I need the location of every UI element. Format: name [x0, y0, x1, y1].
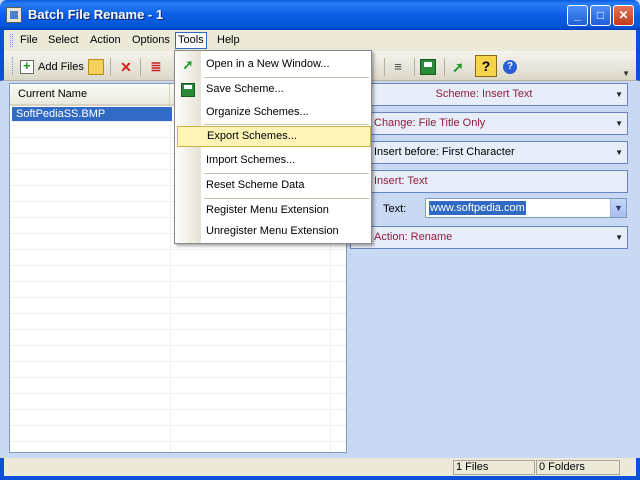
menu-item-label: Export Schemes... [207, 130, 297, 142]
menu-item-label: Open in a New Window... [206, 58, 330, 70]
column-header-current-name[interactable]: Current Name [10, 84, 170, 104]
menu-item-label: Register Menu Extension [206, 204, 329, 216]
menu-separator [204, 198, 369, 199]
menu-bar: File Select Action Options Tools Help [0, 30, 640, 51]
toolbar-overflow-chevron-icon[interactable]: ▼ [622, 69, 630, 78]
menu-help[interactable]: Help [215, 32, 242, 49]
action-dropdown[interactable]: Action: Rename ▼ [350, 226, 628, 249]
menu-item-open-new-window[interactable]: Open in a New Window... [177, 54, 371, 75]
menu-item-export-schemes[interactable]: Export Schemes... [177, 126, 371, 147]
menu-file[interactable]: File [18, 32, 40, 49]
scheme-dropdown[interactable]: Scheme: Insert Text ▼ [350, 83, 628, 106]
align-icon[interactable]: ≡ [390, 59, 406, 75]
change-label: Change: File Title Only [374, 117, 486, 129]
chevron-down-icon: ▼ [615, 233, 623, 242]
menu-item-label: Unregister Menu Extension [206, 225, 339, 237]
menu-item-register-extension[interactable]: Register Menu Extension [177, 200, 371, 221]
menu-separator [204, 124, 369, 125]
action-label: Action: Rename [374, 231, 453, 243]
chevron-down-icon[interactable]: ▼ [610, 199, 626, 217]
menu-options[interactable]: Options [130, 32, 172, 49]
table-row[interactable]: SoftPediaSS.BMP [12, 107, 172, 121]
add-files-button[interactable]: Add Files [20, 58, 84, 76]
text-input[interactable]: www.softpedia.com ▼ [425, 198, 627, 218]
insert-before-dropdown[interactable]: Insert before: First Character ▼ [350, 141, 628, 164]
menu-item-label: Save Scheme... [206, 83, 284, 95]
red-list-icon[interactable]: ≣ [148, 59, 164, 75]
app-icon [6, 7, 22, 23]
status-folders: 0 Folders [536, 460, 620, 475]
up-icon[interactable]: ➚ [450, 59, 466, 75]
menu-action[interactable]: Action [88, 32, 123, 49]
delete-icon[interactable]: ✕ [118, 59, 134, 75]
menu-tools[interactable]: Tools [175, 32, 207, 49]
info-icon[interactable]: ? [503, 60, 517, 74]
menu-separator [204, 77, 369, 78]
chevron-down-icon: ▼ [615, 119, 623, 128]
chevron-down-icon: ▼ [615, 90, 623, 99]
close-button[interactable]: ✕ [613, 5, 634, 26]
toolbar-separator [444, 58, 445, 76]
menu-separator [204, 173, 369, 174]
toolbar-separator [414, 58, 415, 76]
menu-item-label: Reset Scheme Data [206, 179, 305, 191]
toolbar-separator [140, 58, 141, 76]
change-dropdown[interactable]: Change: File Title Only ▼ [350, 112, 628, 135]
maximize-button[interactable]: □ [590, 5, 611, 26]
insert-type-header[interactable]: Insert: Text [350, 170, 628, 193]
insert-label: Insert: Text [374, 175, 428, 187]
menu-item-reset-scheme-data[interactable]: Reset Scheme Data [177, 175, 371, 196]
menu-item-save-scheme[interactable]: Save Scheme... [177, 79, 371, 100]
menu-item-unregister-extension[interactable]: Unregister Menu Extension [177, 221, 371, 242]
title-bar[interactable]: Batch File Rename - 1 _ □ ✕ [0, 0, 640, 30]
window-title: Batch File Rename - 1 [28, 7, 164, 22]
toolbar-grip[interactable] [12, 57, 15, 75]
toolbar-separator [110, 58, 111, 76]
minimize-button[interactable]: _ [567, 5, 588, 26]
menubar-grip[interactable] [10, 34, 13, 47]
insert-before-label: Insert before: First Character [374, 146, 515, 158]
status-files: 1 Files [453, 460, 535, 475]
save-icon[interactable] [420, 59, 436, 75]
menu-select[interactable]: Select [46, 32, 81, 49]
column-divider [170, 106, 171, 452]
save-icon [181, 83, 195, 97]
scheme-label: Scheme: Insert Text [435, 88, 533, 100]
open-window-icon: ➚ [182, 57, 194, 72]
chevron-down-icon: ▼ [615, 148, 623, 157]
menu-item-organize-schemes[interactable]: Organize Schemes... [177, 102, 371, 123]
add-files-icon [20, 58, 34, 74]
add-folder-icon[interactable] [88, 59, 104, 75]
menu-item-label: Organize Schemes... [206, 106, 309, 118]
status-bar: 1 Files 0 Folders [0, 458, 640, 480]
toolbar-separator [384, 58, 385, 76]
menu-item-import-schemes[interactable]: Import Schemes... [177, 150, 371, 171]
text-label: Text: [383, 203, 407, 215]
tools-menu: Open in a New Window... ➚ Save Scheme...… [174, 50, 372, 244]
add-files-label: Add Files [38, 61, 84, 73]
text-input-value: www.softpedia.com [429, 201, 526, 215]
help-icon[interactable]: ? [475, 55, 497, 77]
menu-item-label: Import Schemes... [206, 154, 296, 166]
